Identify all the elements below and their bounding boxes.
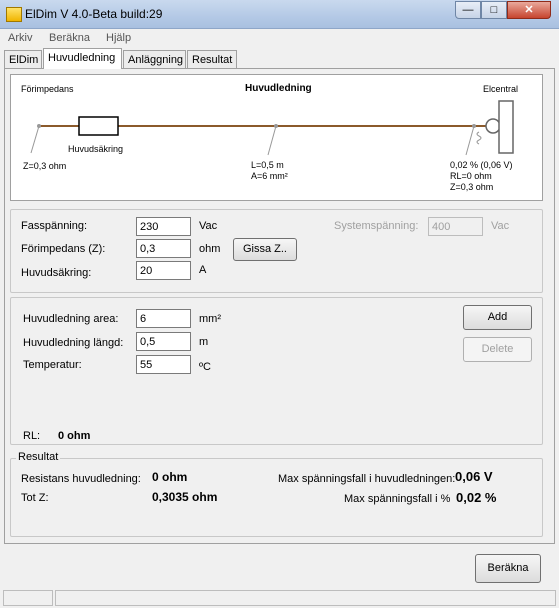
length-label: Huvudledning längd: <box>23 337 124 349</box>
menu-hjalp[interactable]: Hjälp <box>106 32 131 44</box>
menu-berakna[interactable]: Beräkna <box>49 32 90 44</box>
tab-eldim[interactable]: ElDim <box>4 50 42 68</box>
menu-arkiv[interactable]: Arkiv <box>8 32 32 44</box>
tab-resultat[interactable]: Resultat <box>187 50 237 68</box>
mid-pointer-line <box>267 125 277 156</box>
temperature-input[interactable] <box>136 355 191 374</box>
systemspanning-input[interactable] <box>428 217 483 236</box>
systemspanning-unit: Vac <box>491 220 510 232</box>
area-label: Huvudledning area: <box>23 313 119 325</box>
fuse-symbol <box>78 116 119 136</box>
temperature-label: Temperatur: <box>23 359 82 371</box>
elcentral-terminal <box>485 118 501 134</box>
right-node <box>472 124 476 128</box>
left-node <box>37 124 41 128</box>
forimpedans-label: Förimpedans (Z): <box>21 243 106 255</box>
totz-label: Tot Z: <box>21 492 49 504</box>
diagram-center-title: Huvudledning <box>245 83 312 94</box>
fasspanning-label: Fasspänning: <box>21 220 88 232</box>
area-input[interactable] <box>136 309 191 328</box>
resistance-value: 0 ohm <box>152 470 188 484</box>
diagram-left-title: Förimpedans <box>21 84 74 94</box>
area-unit: mm² <box>199 313 221 325</box>
max-drop-pct-label: Max spänningsfall i % <box>344 493 451 505</box>
resistance-label: Resistans huvudledning: <box>21 473 141 485</box>
totz-value: 0,3035 ohm <box>152 490 218 504</box>
rl-value: 0 ohm <box>58 430 91 442</box>
diagram-right-drop: 0,02 % (0,06 V) <box>450 160 513 170</box>
length-input[interactable] <box>136 332 191 351</box>
diagram-right-z: Z=0,3 ohm <box>450 182 494 192</box>
right-pointer-line <box>465 125 475 156</box>
status-bar <box>0 588 559 608</box>
fasspanning-input[interactable] <box>136 217 191 236</box>
result-group-title: Resultat <box>16 451 61 463</box>
fasspanning-unit: Vac <box>199 220 218 232</box>
systemspanning-label: Systemspänning: <box>334 220 419 232</box>
gissa-z-button[interactable]: Gissa Z.. <box>233 238 297 261</box>
title-bar: ElDim V 4.0-Beta build:29 — □ ✕ <box>0 0 559 29</box>
tab-huvudledning[interactable]: Huvudledning <box>43 48 122 69</box>
close-button[interactable]: ✕ <box>507 1 551 19</box>
rl-label: RL: <box>23 430 41 442</box>
diagram-mid-length: L=0,5 m <box>251 160 284 170</box>
temperature-unit: ºC <box>199 361 211 373</box>
diagram-right-rl: RL=0 ohm <box>450 171 492 181</box>
huvudsakring-label: Huvudsäkring: <box>21 267 92 279</box>
add-button[interactable]: Add <box>463 305 532 330</box>
menu-bar: Arkiv Beräkna Hjälp <box>0 29 559 47</box>
huvudsakring-input[interactable] <box>136 261 191 280</box>
delete-button[interactable]: Delete <box>463 337 532 362</box>
window-title: ElDim V 4.0-Beta build:29 <box>25 7 163 21</box>
forimpedans-unit: ohm <box>199 243 221 255</box>
maximize-button[interactable]: □ <box>481 1 507 19</box>
left-pointer-line <box>30 125 40 154</box>
diagram-mid-area: A=6 mm² <box>251 171 288 181</box>
app-icon <box>6 7 22 22</box>
berakna-button[interactable]: Beräkna <box>475 554 541 583</box>
circuit-diagram: Förimpedans Huvudledning Elcentral Huvud… <box>10 74 543 201</box>
ground-squiggle <box>476 131 482 145</box>
status-panel-2 <box>55 590 556 606</box>
tab-anlaggning[interactable]: Anläggning <box>123 50 186 68</box>
forimpedans-input[interactable] <box>136 239 191 258</box>
diagram-left-value: Z=0,3 ohm <box>23 161 67 171</box>
max-drop-pct-value: 0,02 % <box>456 490 497 505</box>
mid-node <box>274 124 278 128</box>
diagram-fuse-label: Huvudsäkring <box>68 144 124 154</box>
max-drop-v-value: 0,06 V <box>455 469 493 484</box>
huvudsakring-unit: A <box>199 264 207 276</box>
length-unit: m <box>199 336 209 348</box>
diagram-right-title: Elcentral <box>483 84 519 94</box>
minimize-button[interactable]: — <box>455 1 481 19</box>
status-panel-1 <box>3 590 53 606</box>
elcentral-box <box>498 100 514 154</box>
max-drop-v-label: Max spänningsfall i huvudledningen: <box>278 473 456 485</box>
